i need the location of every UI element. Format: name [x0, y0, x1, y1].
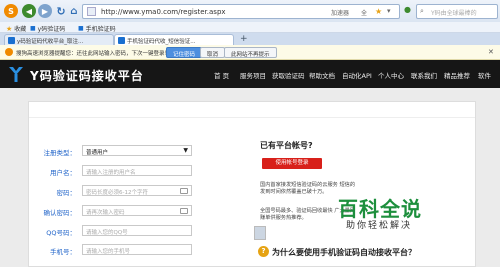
site-logo[interactable]: Y码验证码接收平台 — [6, 64, 156, 84]
favorite-star-icon[interactable]: ★ — [375, 7, 382, 16]
never-prompt-button[interactable]: 此网站不再提示 — [224, 47, 277, 58]
username-placeholder: 请输入注册的用户名 — [86, 170, 136, 176]
bookmark-label: 收藏 — [14, 26, 27, 33]
username-label: 用户名： — [50, 169, 76, 177]
logo-text: Y码验证码接收平台 — [30, 69, 144, 83]
question-icon: ? — [258, 246, 269, 257]
username-input[interactable]: 请输入注册的用户名 — [82, 165, 192, 176]
cancel-button[interactable]: 取消 — [200, 47, 226, 58]
reg-type-select[interactable]: 普通用户 ▼ — [82, 145, 192, 156]
browser-toolbar: S ◀ ▶ ↻ ⌂ http://www.yma0.com/register.a… — [0, 0, 500, 22]
nav-user-center[interactable]: 个人中心 — [378, 70, 404, 80]
nav-docs[interactable]: 帮助文档 — [309, 70, 335, 80]
watermark-subtitle: 助你轻松解决 — [346, 221, 413, 231]
forward-icon[interactable]: ▶ — [38, 4, 52, 18]
refresh-icon[interactable]: ↻ — [54, 4, 68, 18]
info-icon — [5, 48, 13, 56]
qq-placeholder: 请输入您的QQ号 — [86, 230, 128, 236]
qq-label: QQ号码： — [46, 229, 76, 237]
logo-mark-icon — [9, 67, 23, 82]
nav-contact[interactable]: 联系我们 — [411, 70, 437, 80]
search-placeholder: Y码由全球最棒的 — [431, 10, 477, 17]
password-placeholder: 密码长度必须6-12个字符 — [86, 190, 148, 196]
password-input[interactable]: 密码长度必须6-12个字符 — [82, 185, 192, 196]
full-label[interactable]: 全 — [361, 8, 367, 17]
folder-icon: ■ — [30, 25, 36, 32]
reg-type-label: 注册类型： — [43, 149, 77, 157]
remember-password-button[interactable]: 记住密码 — [166, 47, 203, 58]
tab-strip: y码验证码代收平台_取注... 手机验证码代收_短信验证... + — [0, 33, 500, 45]
address-bar[interactable]: http://www.yma0.com/register.aspx 加速器 全 … — [82, 4, 400, 19]
phone-label: 手机号： — [50, 248, 76, 256]
new-tab-icon[interactable]: + — [240, 34, 248, 44]
phone-input[interactable]: 请输入您的手机号 — [82, 244, 192, 255]
bookmark-yma[interactable]: ■ y码验证码 — [30, 24, 65, 33]
bookmark-favorites[interactable]: ★ 收藏 — [6, 24, 27, 34]
url-text[interactable]: http://www.yma0.com/register.aspx — [101, 8, 226, 16]
register-panel — [28, 101, 476, 267]
home-icon[interactable]: ⌂ — [67, 4, 81, 18]
browser-logo-icon[interactable]: S — [4, 4, 18, 18]
bookmarks-bar: ★ 收藏 ■ y码验证码 ■ 手机验证码 — [0, 22, 500, 33]
password-label: 密码： — [56, 189, 77, 197]
confirm-password-input[interactable]: 请再次输入密码 — [82, 205, 192, 216]
reg-type-value: 普通用户 — [86, 150, 109, 156]
nav-services[interactable]: 服务项目 — [240, 70, 266, 80]
close-icon[interactable]: ✕ — [488, 48, 494, 56]
phone-placeholder: 请输入您的手机号 — [86, 249, 131, 255]
password-notification: 搜狗高速浏览器提醒您：还往此网站输入密码，下次一键登录！ 记住密码 取消 此网站… — [0, 45, 500, 60]
tab-favicon — [118, 37, 125, 44]
nav-home[interactable]: 首 页 — [214, 70, 229, 80]
star-icon: ★ — [6, 24, 13, 33]
thumbnail-image — [254, 226, 266, 240]
confirm-password-placeholder: 请再次输入密码 — [86, 210, 125, 216]
tab-favicon — [8, 37, 15, 44]
folder-icon: ■ — [78, 25, 84, 32]
nav-get-code[interactable]: 获取验证码 — [272, 70, 305, 80]
qq-input[interactable]: 请输入您的QQ号 — [82, 225, 192, 236]
keyboard-icon[interactable] — [180, 188, 188, 194]
bookmark-sms[interactable]: ■ 手机验证码 — [78, 24, 116, 33]
confirm-password-label: 确认密码： — [43, 209, 77, 217]
bookmark-label: y码验证码 — [37, 26, 66, 33]
accelerator-label[interactable]: 加速器 — [331, 8, 349, 17]
search-engine-icon[interactable]: ● — [404, 5, 411, 14]
chevron-down-icon: ▼ — [183, 147, 188, 154]
login-button[interactable]: 使用帐号登录 — [262, 158, 322, 169]
nav-recommend[interactable]: 精品推荐 — [444, 70, 470, 80]
tab-register[interactable]: 手机验证码代收_短信验证... — [114, 34, 234, 45]
notification-text: 搜狗高速浏览器提醒您：还往此网站输入密码，下次一键登录！ — [16, 51, 171, 57]
search-box[interactable]: ⌕ Y码由全球最棒的 — [416, 4, 498, 19]
dropdown-icon[interactable]: ▾ — [387, 7, 391, 15]
search-icon: ⌕ — [420, 7, 424, 15]
have-account-title: 已有平台帐号? — [260, 141, 313, 150]
bookmark-label: 手机验证码 — [85, 26, 116, 33]
back-icon[interactable]: ◀ — [22, 4, 36, 18]
keyboard-icon[interactable] — [180, 208, 188, 214]
nav-api[interactable]: 自动化API — [342, 70, 372, 80]
why-use-title: 为什么要使用手机验证码自动接收平台？ — [272, 248, 416, 257]
nav-software[interactable]: 软件 — [478, 70, 491, 80]
panel-top-divider — [29, 102, 475, 118]
page-icon — [87, 7, 96, 16]
tab-yma-home[interactable]: y码验证码代收平台_取注... — [4, 34, 114, 45]
